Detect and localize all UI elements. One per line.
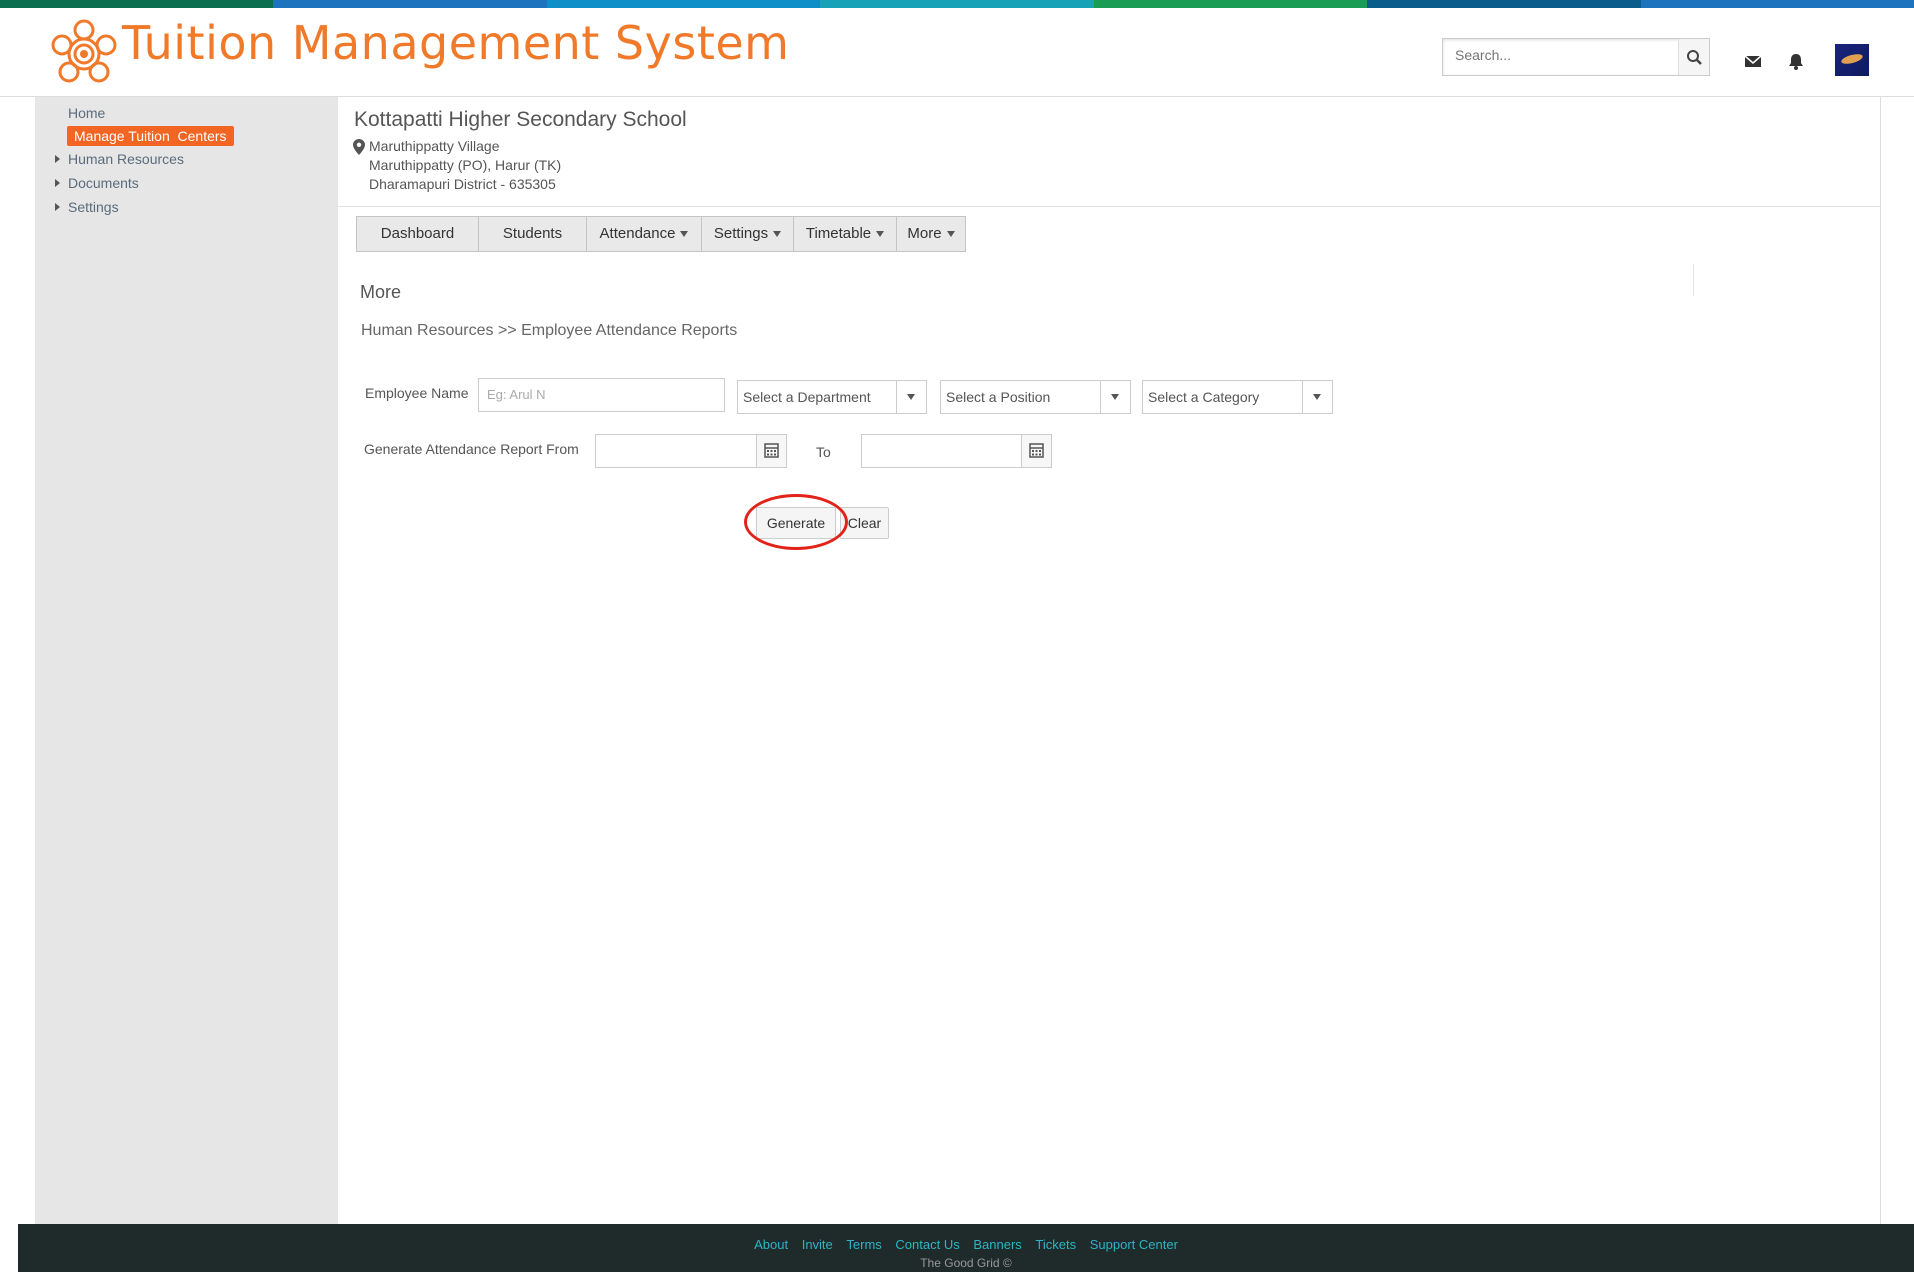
bell-icon[interactable]	[1786, 52, 1806, 70]
tab-label: Dashboard	[380, 225, 455, 242]
sidebar-item-manage-tuition-centers[interactable]: Manage Tuition Centers	[67, 126, 234, 146]
tab-attendance[interactable]: Attendance	[587, 217, 702, 251]
clear-button[interactable]: Clear	[840, 507, 889, 539]
employee-name-input[interactable]: Eg: Arul N	[478, 378, 725, 412]
footer: About Invite Terms Contact Us Banners Ti…	[18, 1224, 1914, 1272]
address-line-1: Maruthippatty Village	[369, 138, 500, 154]
footer-links: About Invite Terms Contact Us Banners Ti…	[18, 1237, 1914, 1252]
content-border	[1880, 97, 1881, 1224]
calendar-icon-button[interactable]	[756, 435, 786, 467]
mail-icon[interactable]	[1743, 52, 1763, 70]
search-icon	[1687, 50, 1702, 65]
footer-link-about[interactable]: About	[754, 1237, 788, 1252]
report-from-label: Generate Attendance Report From	[364, 441, 579, 457]
employee-name-placeholder: Eg: Arul N	[487, 387, 546, 402]
app-title: Tuition Management System	[122, 16, 790, 70]
calendar-icon-button[interactable]	[1021, 435, 1051, 467]
tab-settings[interactable]: Settings	[702, 217, 794, 251]
caret-down-icon	[1302, 381, 1332, 413]
logo-icon	[51, 19, 117, 83]
map-marker-icon	[353, 139, 365, 155]
footer-link-banners[interactable]: Banners	[973, 1237, 1021, 1252]
main-tabs: Dashboard Students Attendance Settings T…	[356, 216, 966, 252]
sidebar: Home Manage Tuition Centers Human Resour…	[35, 97, 338, 1224]
footer-link-contact-us[interactable]: Contact Us	[895, 1237, 959, 1252]
divider	[1693, 264, 1694, 296]
address-line-3: Dharamapuri District - 635305	[369, 176, 556, 192]
calendar-icon	[764, 443, 779, 458]
header: Tuition Management System	[0, 8, 1914, 97]
employee-name-label: Employee Name	[365, 385, 469, 401]
caret-down-icon	[876, 231, 885, 238]
sidebar-item-settings[interactable]: Settings	[68, 199, 119, 215]
category-select-value: Select a Category	[1148, 389, 1260, 405]
calendar-icon	[1029, 443, 1044, 458]
footer-link-invite[interactable]: Invite	[802, 1237, 833, 1252]
tab-dashboard[interactable]: Dashboard	[357, 217, 479, 251]
tab-label: Timetable	[805, 225, 872, 242]
position-select[interactable]: Select a Position	[940, 380, 1131, 414]
caret-down-icon	[946, 231, 955, 238]
caret-right-icon	[55, 203, 60, 211]
address-line-2: Maruthippatty (PO), Harur (TK)	[369, 157, 562, 173]
section-title: More	[360, 282, 402, 302]
footer-link-terms[interactable]: Terms	[846, 1237, 881, 1252]
caret-right-icon	[55, 179, 60, 187]
caret-down-icon	[680, 231, 689, 238]
footer-link-tickets[interactable]: Tickets	[1035, 1237, 1076, 1252]
tab-label: More	[907, 225, 942, 242]
sidebar-item-documents[interactable]: Documents	[68, 175, 139, 191]
search-button[interactable]	[1678, 39, 1709, 75]
tab-timetable[interactable]: Timetable	[794, 217, 897, 251]
sidebar-item-home[interactable]: Home	[68, 105, 105, 121]
department-select-value: Select a Department	[743, 389, 871, 405]
generate-button[interactable]: Generate	[756, 507, 836, 539]
caret-down-icon	[773, 231, 782, 238]
divider	[338, 206, 1880, 207]
avatar[interactable]	[1835, 44, 1869, 76]
department-select[interactable]: Select a Department	[737, 380, 927, 414]
tab-label: Students	[502, 225, 563, 242]
category-select[interactable]: Select a Category	[1142, 380, 1333, 414]
sidebar-item-human-resources[interactable]: Human Resources	[68, 151, 184, 167]
search-input[interactable]	[1453, 46, 1667, 64]
tab-label: Settings	[713, 225, 769, 242]
breadcrumb: Human Resources >> Employee Attendance R…	[361, 322, 738, 339]
to-label: To	[816, 444, 831, 460]
footer-copyright: The Good Grid ©	[920, 1256, 1012, 1270]
to-date-input[interactable]	[861, 434, 1052, 468]
caret-right-icon	[55, 155, 60, 163]
search-box[interactable]	[1442, 38, 1710, 76]
tab-label: Attendance	[599, 225, 676, 242]
tab-more[interactable]: More	[897, 217, 965, 251]
top-color-stripe	[0, 0, 1914, 8]
caret-down-icon	[1100, 381, 1130, 413]
from-date-input[interactable]	[595, 434, 787, 468]
school-name: Kottapatti Higher Secondary School	[354, 108, 687, 131]
tab-students[interactable]: Students	[479, 217, 587, 251]
footer-link-support-center[interactable]: Support Center	[1090, 1237, 1178, 1252]
position-select-value: Select a Position	[946, 389, 1051, 405]
caret-down-icon	[896, 381, 926, 413]
